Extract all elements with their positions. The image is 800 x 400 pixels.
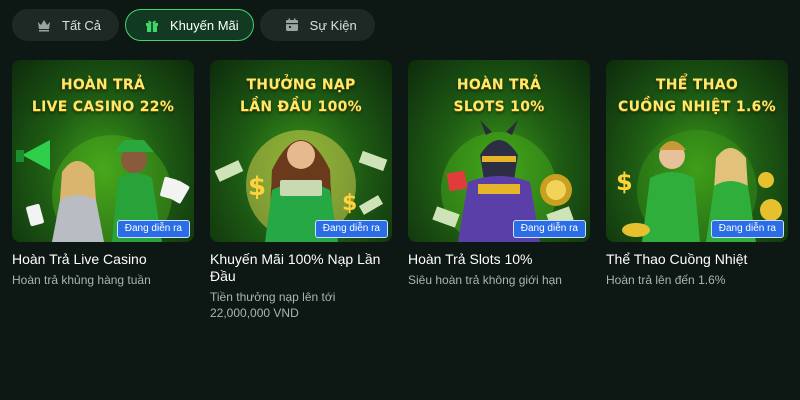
- status-badge: Đang diễn ra: [116, 220, 190, 238]
- promotion-banner[interactable]: HOÀN TRẢ LIVE CASINO 22% Đang diễn ra: [12, 60, 194, 242]
- promotion-card-live-casino[interactable]: HOÀN TRẢ LIVE CASINO 22% Đang diễn ra Ho…: [12, 60, 194, 321]
- promotion-headline: THỂ THAO CUỒNG NHIỆT 1.6%: [618, 77, 776, 115]
- svg-text:$: $: [616, 168, 633, 196]
- promotion-list: HOÀN TRẢ LIVE CASINO 22% Đang diễn ra Ho…: [12, 60, 788, 321]
- promotion-title: Hoàn Trả Live Casino: [12, 251, 147, 267]
- promotion-banner[interactable]: $ $ THƯỞNG NẠP LẦN ĐẦU 100% Đang diễn ra: [210, 60, 392, 242]
- svg-text:$: $: [342, 191, 357, 216]
- promotion-subtitle: Tiền thưởng nạp lên tới 22,000,000 VND: [210, 290, 336, 320]
- promotion-title: Thể Thao Cuồng Nhiệt: [606, 251, 748, 267]
- promotion-headline: THƯỞNG NẠP LẦN ĐẦU 100%: [239, 77, 362, 115]
- promotion-card-first-deposit[interactable]: $ $ THƯỞNG NẠP LẦN ĐẦU 100% Đang diễn ra…: [210, 60, 392, 321]
- promotion-title: Khuyến Mãi 100% Nạp Lần Đầu: [210, 251, 381, 284]
- tab-events-label: Sự Kiện: [309, 17, 357, 33]
- svg-text:$: $: [248, 172, 266, 202]
- promotion-subtitle: Siêu hoàn trả không giới hạn: [408, 273, 562, 287]
- tab-events[interactable]: Sự Kiện: [259, 9, 375, 41]
- category-tabs: Tất Cả Khuyến Mãi Sự Kiện: [12, 9, 375, 41]
- tab-promotions-label: Khuyến Mãi: [170, 17, 239, 33]
- tab-all-label: Tất Cả: [62, 17, 102, 33]
- status-badge: Đang diễn ra: [314, 220, 388, 238]
- promotion-subtitle: Hoàn trả lên đến 1.6%: [606, 273, 726, 287]
- promotion-banner[interactable]: $ THỂ THAO CUỒNG NHIỆT 1.6% Đang diễn ra: [606, 60, 788, 242]
- tab-all[interactable]: Tất Cả: [12, 9, 120, 41]
- calendar-icon: [284, 17, 300, 33]
- gift-icon: [144, 17, 160, 33]
- crown-icon: [36, 17, 52, 33]
- promotion-title: Hoàn Trả Slots 10%: [408, 251, 533, 267]
- promotion-card-slots[interactable]: HOÀN TRẢ SLOTS 10% Đang diễn ra Hoàn Trả…: [408, 60, 590, 321]
- promotion-headline: HOÀN TRẢ LIVE CASINO 22%: [31, 77, 175, 115]
- promotion-card-sports[interactable]: $ THỂ THAO CUỒNG NHIỆT 1.6% Đang diễn ra…: [606, 60, 788, 321]
- promotion-banner[interactable]: HOÀN TRẢ SLOTS 10% Đang diễn ra: [408, 60, 590, 242]
- promotion-headline: HOÀN TRẢ SLOTS 10%: [453, 77, 545, 115]
- tab-promotions[interactable]: Khuyến Mãi: [125, 9, 254, 41]
- status-badge: Đang diễn ra: [512, 220, 586, 238]
- promotion-subtitle: Hoàn trả khủng hàng tuần: [12, 273, 151, 287]
- status-badge: Đang diễn ra: [710, 220, 784, 238]
